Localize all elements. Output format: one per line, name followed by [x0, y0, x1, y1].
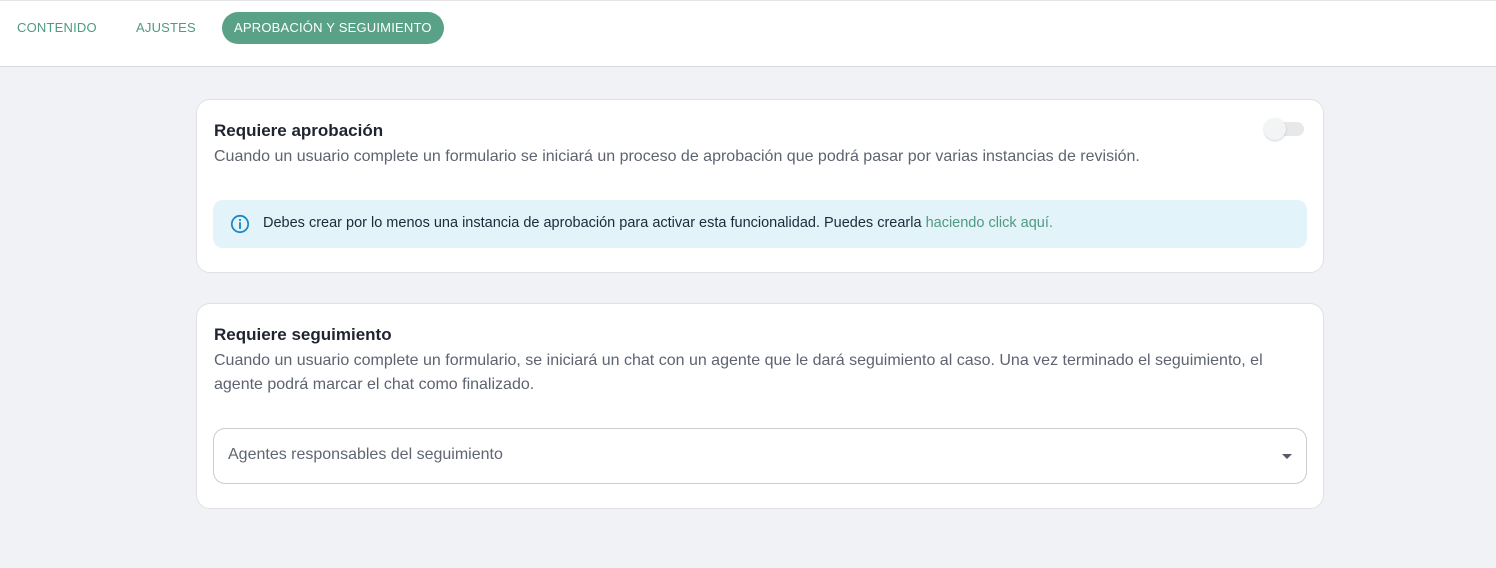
- approval-card: Requiere aprobación Cuando un usuario co…: [196, 99, 1324, 273]
- agents-select[interactable]: Agentes responsables del seguimiento: [213, 428, 1307, 484]
- followup-card: Requiere seguimiento Cuando un usuario c…: [196, 303, 1324, 509]
- alert-text: Debes crear por lo menos una instancia d…: [263, 215, 926, 231]
- toggle-knob: [1264, 118, 1286, 140]
- followup-description: Cuando un usuario complete un formulario…: [214, 352, 1263, 393]
- approval-toggle[interactable]: [1264, 118, 1304, 140]
- tab-contenido[interactable]: CONTENIDO: [5, 12, 109, 44]
- alert-message: Debes crear por lo menos una instancia d…: [263, 215, 1053, 231]
- info-alert: Debes crear por lo menos una instancia d…: [213, 200, 1307, 248]
- approval-title: Requiere aprobación: [214, 121, 384, 140]
- info-icon: [230, 214, 250, 234]
- tab-bar: CONTENIDO AJUSTES APROBACIÓN Y SEGUIMIEN…: [0, 0, 1496, 67]
- followup-title: Requiere seguimiento: [214, 325, 392, 344]
- create-instance-link[interactable]: haciendo click aquí.: [926, 215, 1053, 231]
- chevron-down-icon: [1282, 454, 1292, 459]
- approval-description: Cuando un usuario complete un formulario…: [214, 148, 1140, 165]
- tab-aprobacion-seguimiento[interactable]: APROBACIÓN Y SEGUIMIENTO: [222, 12, 444, 44]
- tab-ajustes[interactable]: AJUSTES: [124, 12, 208, 44]
- agents-select-placeholder: Agentes responsables del seguimiento: [228, 446, 503, 463]
